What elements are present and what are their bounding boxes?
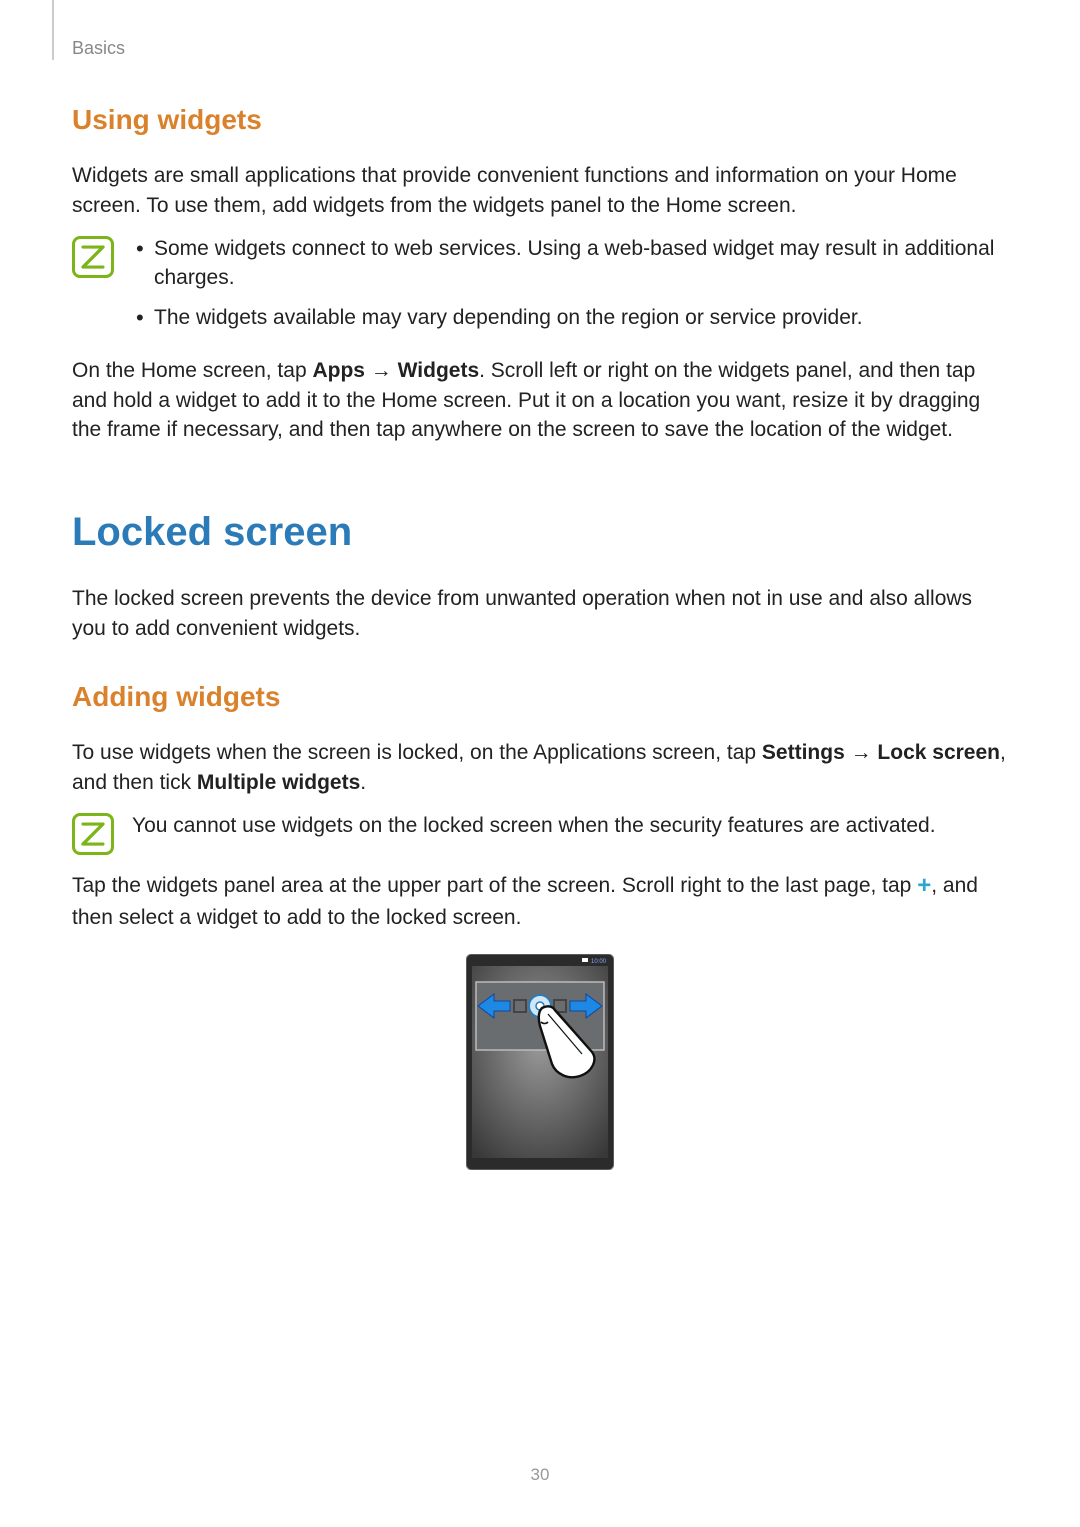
page-number: 30: [0, 1463, 1080, 1487]
page-content: Using widgets Widgets are small applicat…: [72, 100, 1008, 1170]
note-block: You cannot use widgets on the locked scr…: [72, 811, 1008, 855]
device-illustration: 10:00: [466, 954, 614, 1170]
heading-adding-widgets: Adding widgets: [72, 677, 1008, 716]
breadcrumb: Basics: [72, 36, 125, 61]
paragraph: Widgets are small applications that prov…: [72, 161, 1008, 220]
paragraph: On the Home screen, tap Apps → Widgets. …: [72, 356, 1008, 444]
paragraph: Tap the widgets panel area at the upper …: [72, 869, 1008, 932]
note-block: Some widgets connect to web services. Us…: [72, 234, 1008, 342]
plus-icon: +: [917, 872, 931, 899]
note-item: Some widgets connect to web services. Us…: [132, 234, 1008, 293]
note-icon: [72, 236, 114, 278]
heading-locked-screen: Locked screen: [72, 504, 1008, 560]
header-rule: [52, 0, 54, 60]
device-time: 10:00: [591, 959, 607, 965]
paragraph: The locked screen prevents the device fr…: [72, 584, 1008, 643]
paragraph: To use widgets when the screen is locked…: [72, 738, 1008, 797]
note-item: The widgets available may vary depending…: [132, 303, 1008, 332]
note-icon: [72, 813, 114, 855]
heading-using-widgets: Using widgets: [72, 100, 1008, 139]
note-text: You cannot use widgets on the locked scr…: [132, 811, 1008, 840]
